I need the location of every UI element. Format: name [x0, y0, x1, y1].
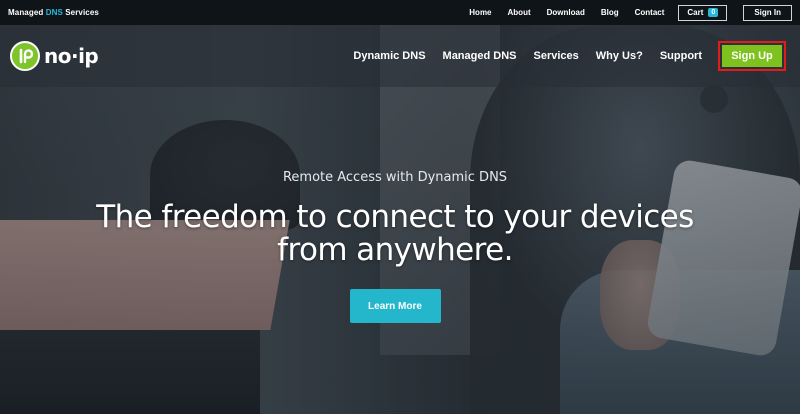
nav-link-services[interactable]: Services: [534, 50, 579, 62]
learn-more-button[interactable]: Learn More: [349, 289, 441, 323]
main-navigation: no·ip Dynamic DNS Managed DNS Services W…: [0, 25, 800, 87]
top-link-about[interactable]: About: [508, 8, 531, 17]
tagline-accent: DNS: [45, 8, 63, 17]
top-link-download[interactable]: Download: [547, 8, 585, 17]
sign-in-label: Sign In: [754, 8, 781, 17]
sign-in-button[interactable]: Sign In: [743, 4, 792, 21]
hero-title-line-1: The freedom to connect to your devices: [96, 199, 694, 235]
cart-label: Cart: [687, 8, 704, 17]
nav-link-dynamic-dns[interactable]: Dynamic DNS: [353, 50, 425, 62]
site-tagline: Managed DNS Services: [8, 8, 99, 17]
sign-up-highlight: Sign Up: [718, 41, 786, 71]
cart-count-badge: 0: [708, 8, 719, 17]
hero-title: The freedom to connect to your devices f…: [0, 201, 800, 267]
hero-title-line-2: from anywhere.: [277, 232, 513, 268]
tagline-prefix: Managed: [8, 8, 46, 17]
nav-links: Dynamic DNS Managed DNS Services Why Us?…: [336, 41, 786, 71]
top-links: Home About Download Blog Contact Cart 0 …: [453, 4, 792, 21]
hero-section: Remote Access with Dynamic DNS The freed…: [0, 170, 800, 323]
top-utility-bar: Managed DNS Services Home About Download…: [0, 0, 800, 25]
nav-link-managed-dns[interactable]: Managed DNS: [443, 50, 517, 62]
nav-link-why-us[interactable]: Why Us?: [596, 50, 643, 62]
logo-text: no·ip: [44, 44, 99, 68]
cart-button[interactable]: Cart 0: [678, 4, 728, 21]
hero-subtitle: Remote Access with Dynamic DNS: [282, 170, 508, 185]
nav-link-support[interactable]: Support: [660, 50, 702, 62]
tagline-suffix: Services: [62, 8, 99, 17]
top-link-contact[interactable]: Contact: [635, 8, 665, 17]
top-link-home[interactable]: Home: [469, 8, 491, 17]
logo-glyph-icon: [19, 48, 34, 64]
logo-icon: [10, 41, 40, 71]
noip-logo[interactable]: no·ip: [10, 41, 99, 71]
sign-up-button[interactable]: Sign Up: [722, 45, 782, 67]
top-link-blog[interactable]: Blog: [601, 8, 619, 17]
